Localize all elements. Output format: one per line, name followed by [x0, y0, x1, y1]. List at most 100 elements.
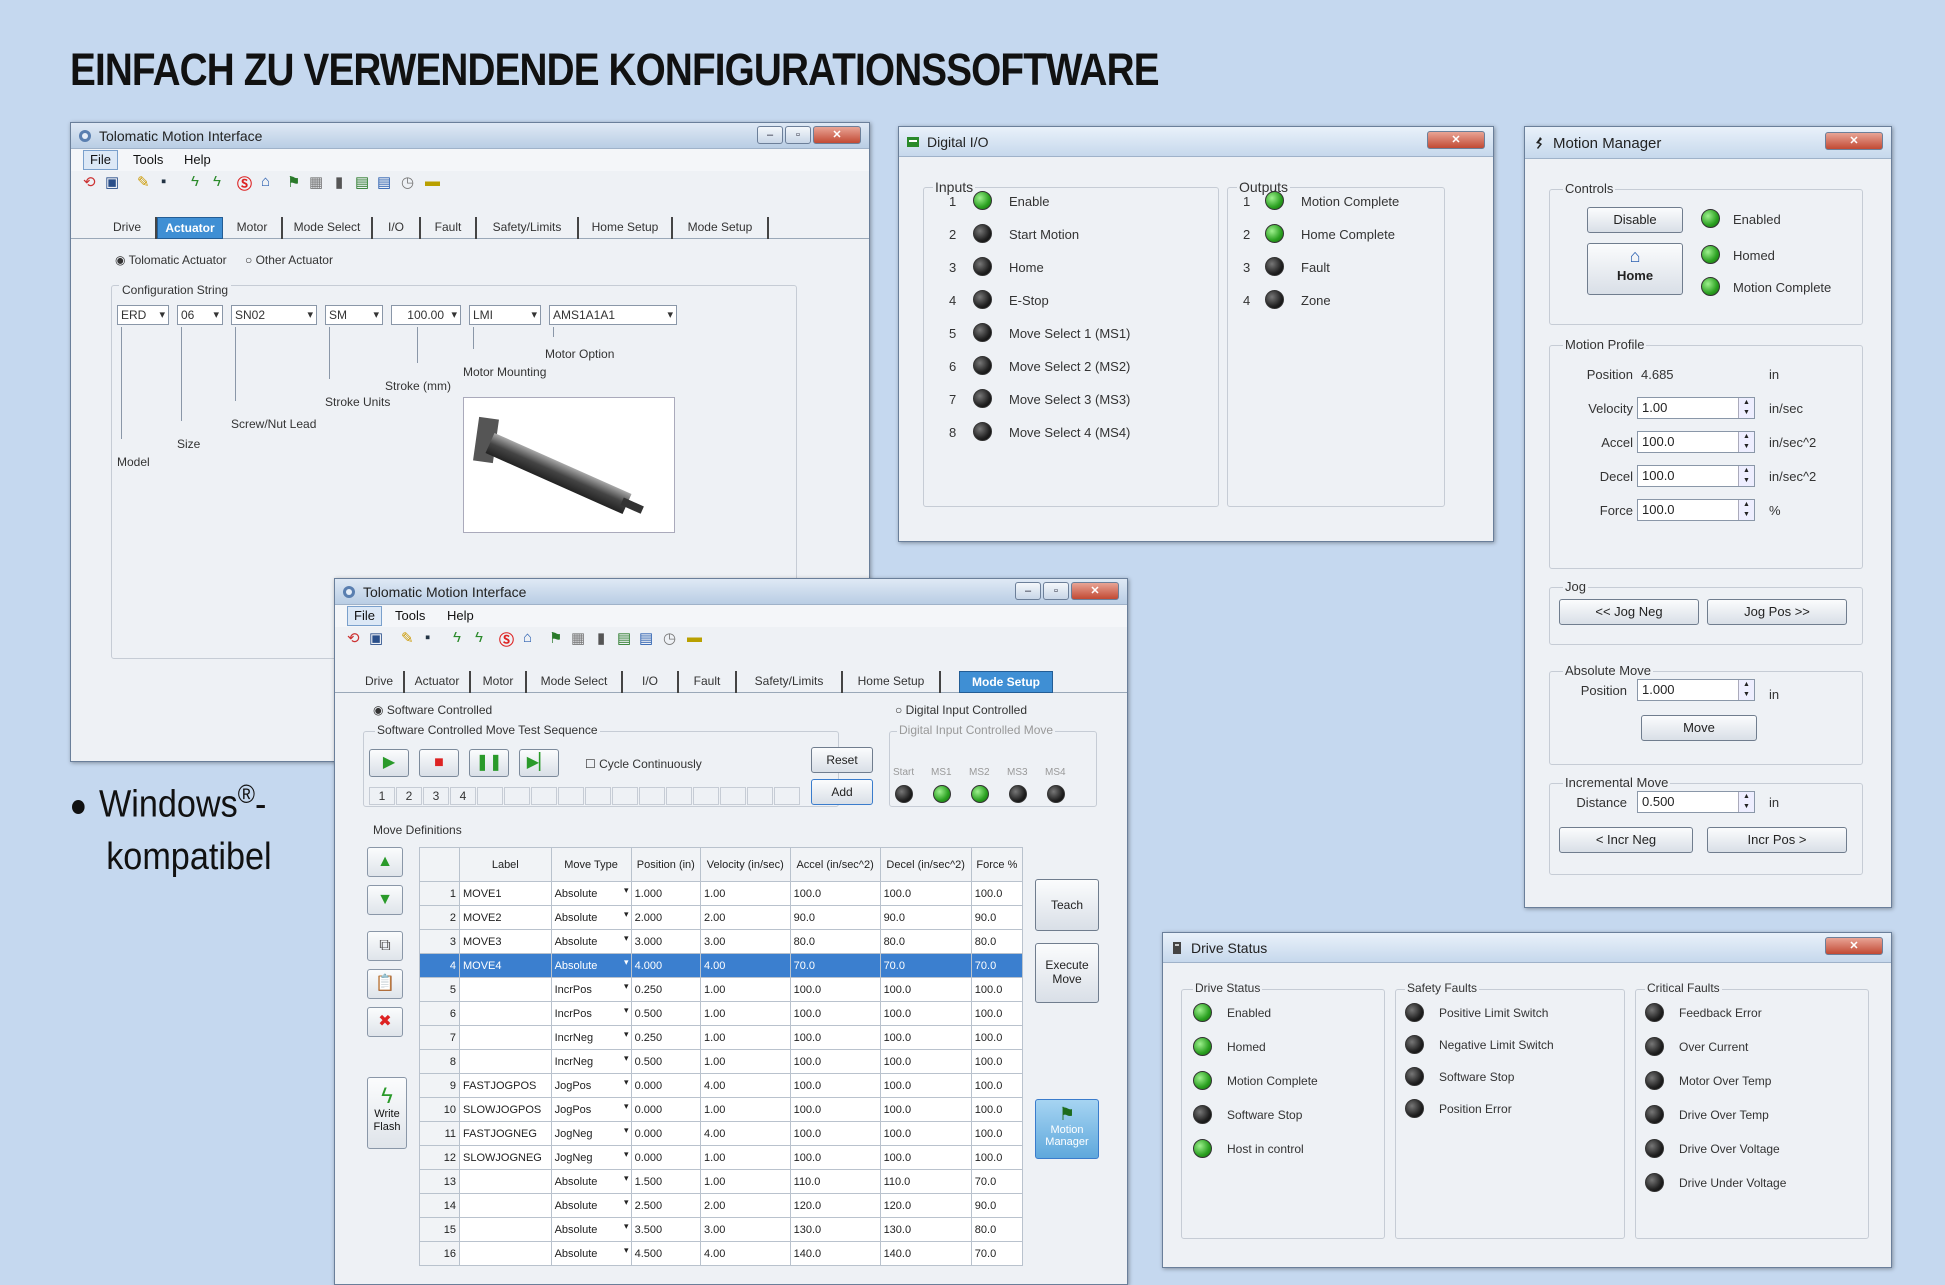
chevron-down-icon[interactable]: ▾ [624, 1101, 629, 1112]
header-velocity[interactable]: Velocity (in/sec) [700, 847, 791, 882]
tab-mode-select[interactable]: Mode Select [527, 671, 623, 693]
chevron-down-icon[interactable]: ▾ [624, 981, 629, 992]
chevron-down-icon[interactable]: ▾ [624, 1077, 629, 1088]
runner-icon[interactable]: ⚑ [549, 629, 562, 647]
table-row[interactable]: 3 MOVE3 Absolute ▾ 3.000 3.00 80.0 80.0 80.0 [419, 929, 1024, 954]
execute-move-button[interactable]: Execute Move [1035, 943, 1099, 1003]
header-position[interactable]: Position (in) [630, 847, 702, 882]
force-cell[interactable]: 100.0 [970, 1145, 1024, 1170]
move-button[interactable]: Move [1641, 715, 1757, 741]
velocity-cell[interactable]: 1.00 [700, 1001, 791, 1026]
radio-tolomatic-actuator[interactable]: ◉ Tolomatic Actuator [115, 253, 227, 267]
label-cell[interactable]: SLOWJOGPOS [459, 1097, 552, 1122]
tab-home-setup[interactable]: Home Setup [579, 217, 673, 239]
accel-cell[interactable]: 100.0 [789, 1097, 881, 1122]
distance-input[interactable]: 0.500 ▲ ▼ [1637, 791, 1755, 813]
table-row[interactable]: 6 IncrPos ▾ 0.500 1.00 100.0 100.0 100.0 [419, 1001, 1024, 1026]
motion-manager-button[interactable]: ⚑ Motion Manager [1035, 1099, 1099, 1159]
move-type-cell[interactable]: IncrPos ▾ [550, 1001, 632, 1026]
velocity-cell[interactable]: 1.00 [700, 1049, 791, 1074]
chevron-down-icon[interactable]: ▾ [624, 1029, 629, 1040]
sequence-cell[interactable]: 2 [396, 787, 422, 805]
table-row[interactable]: 1 MOVE1 Absolute ▾ 1.000 1.00 100.0 100.0 100.0 [419, 881, 1024, 906]
accel-cell[interactable]: 80.0 [789, 929, 881, 954]
sequence-cell[interactable] [612, 787, 638, 805]
header-label[interactable]: Label [459, 847, 552, 882]
move-type-cell[interactable]: Absolute ▾ [550, 881, 632, 906]
accel-cell[interactable]: 130.0 [789, 1217, 881, 1242]
decel-cell[interactable]: 100.0 [879, 1145, 972, 1170]
accel-spinner[interactable]: ▲ ▼ [1738, 432, 1754, 452]
force-cell[interactable]: 100.0 [970, 881, 1024, 906]
chevron-down-icon[interactable]: ▾ [624, 1245, 629, 1256]
velocity-cell[interactable]: 1.00 [700, 881, 791, 906]
stroke-units-combo[interactable]: SM [325, 305, 383, 325]
sequence-cell[interactable] [639, 787, 665, 805]
sequence-cell[interactable] [477, 787, 503, 805]
decel-cell[interactable]: 100.0 [879, 1025, 972, 1050]
sequence-cell[interactable] [774, 787, 800, 805]
chevron-down-icon[interactable]: ▾ [624, 1125, 629, 1136]
label-cell[interactable]: SLOWJOGNEG [459, 1145, 552, 1170]
accel-cell[interactable]: 120.0 [789, 1193, 881, 1218]
label-cell[interactable]: MOVE2 [459, 905, 552, 930]
label-cell[interactable]: MOVE4 [459, 953, 552, 978]
velocity-cell[interactable]: 2.00 [700, 1193, 791, 1218]
monitor-icon[interactable]: ▣ [369, 629, 383, 647]
table-row[interactable]: 10 SLOWJOGPOS JogPos ▾ 0.000 1.00 100.0 100.0 10… [419, 1097, 1024, 1122]
position-cell[interactable]: 0.000 [630, 1097, 702, 1122]
decel-cell[interactable]: 100.0 [879, 1073, 972, 1098]
tab-mode-setup[interactable]: Mode Setup [959, 671, 1053, 693]
stroke-input[interactable]: 100.00 [391, 305, 461, 325]
sequence-cell[interactable] [558, 787, 584, 805]
cycle-continuously-checkbox[interactable]: ☐ Cycle Continuously [585, 757, 702, 771]
label-cell[interactable] [459, 1025, 552, 1050]
accel-cell[interactable]: 100.0 [789, 1049, 881, 1074]
decel-cell[interactable]: 90.0 [879, 905, 972, 930]
force-cell[interactable]: 100.0 [970, 1121, 1024, 1146]
home-button[interactable]: ⌂ Home [1587, 243, 1683, 295]
velocity-cell[interactable]: 1.00 [700, 977, 791, 1002]
velocity-spinner[interactable]: ▲ ▼ [1738, 398, 1754, 418]
force-cell[interactable]: 100.0 [970, 1097, 1024, 1122]
move-type-cell[interactable]: JogNeg ▾ [550, 1121, 632, 1146]
tab-drive[interactable]: Drive [99, 217, 157, 239]
velocity-cell[interactable]: 1.00 [700, 1097, 791, 1122]
velocity-cell[interactable]: 4.00 [700, 1073, 791, 1098]
save-icon[interactable]: ▪ [425, 629, 430, 646]
velocity-cell[interactable]: 4.00 [700, 1121, 791, 1146]
incr-neg-button[interactable]: < Incr Neg [1559, 827, 1693, 853]
menu-tools[interactable]: Tools [395, 608, 425, 623]
move-type-cell[interactable]: Absolute ▾ [550, 905, 632, 930]
move-type-cell[interactable]: Absolute ▾ [550, 953, 632, 978]
delete-icon[interactable]: ✖ [367, 1007, 403, 1037]
velocity-cell[interactable]: 1.00 [700, 1025, 791, 1050]
table-row[interactable]: 7 IncrNeg ▾ 0.250 1.00 100.0 100.0 100.0 [419, 1025, 1024, 1050]
velocity-cell[interactable]: 4.00 [700, 1241, 791, 1266]
table-row[interactable]: 2 MOVE2 Absolute ▾ 2.000 2.00 90.0 90.0 90.0 [419, 905, 1024, 930]
move-up-icon[interactable]: ▲ [367, 847, 403, 877]
table-row[interactable]: 15 Absolute ▾ 3.500 3.00 130.0 130.0 80.0 [419, 1217, 1024, 1242]
tab-io[interactable]: I/O [623, 671, 679, 693]
abs-position-input[interactable]: 1.000 ▲ ▼ [1637, 679, 1755, 701]
move-type-cell[interactable]: Absolute ▾ [550, 929, 632, 954]
move-type-cell[interactable]: JogPos ▾ [550, 1073, 632, 1098]
bolt-icon-2[interactable]: ϟ [213, 173, 221, 190]
incr-pos-button[interactable]: Incr Pos > [1707, 827, 1847, 853]
accel-cell[interactable]: 100.0 [789, 977, 881, 1002]
header-force[interactable]: Force % [970, 847, 1024, 882]
accel-cell[interactable]: 110.0 [789, 1169, 881, 1194]
label-cell[interactable]: MOVE1 [459, 881, 552, 906]
position-cell[interactable]: 0.000 [630, 1145, 702, 1170]
pause-icon[interactable]: ❚❚ [469, 749, 509, 777]
position-cell[interactable]: 0.250 [630, 1025, 702, 1050]
menu-file[interactable]: File [83, 150, 118, 170]
step-icon[interactable]: ▶▏ [519, 749, 559, 777]
maximize-button[interactable]: ▫ [1043, 582, 1069, 600]
sequence-cell[interactable]: 4 [450, 787, 476, 805]
label-cell[interactable]: FASTJOGPOS [459, 1073, 552, 1098]
runner-icon[interactable]: ⚑ [287, 173, 300, 191]
chart-icon[interactable]: ▤ [355, 173, 369, 191]
accel-cell[interactable]: 140.0 [789, 1241, 881, 1266]
sequence-cell[interactable] [585, 787, 611, 805]
